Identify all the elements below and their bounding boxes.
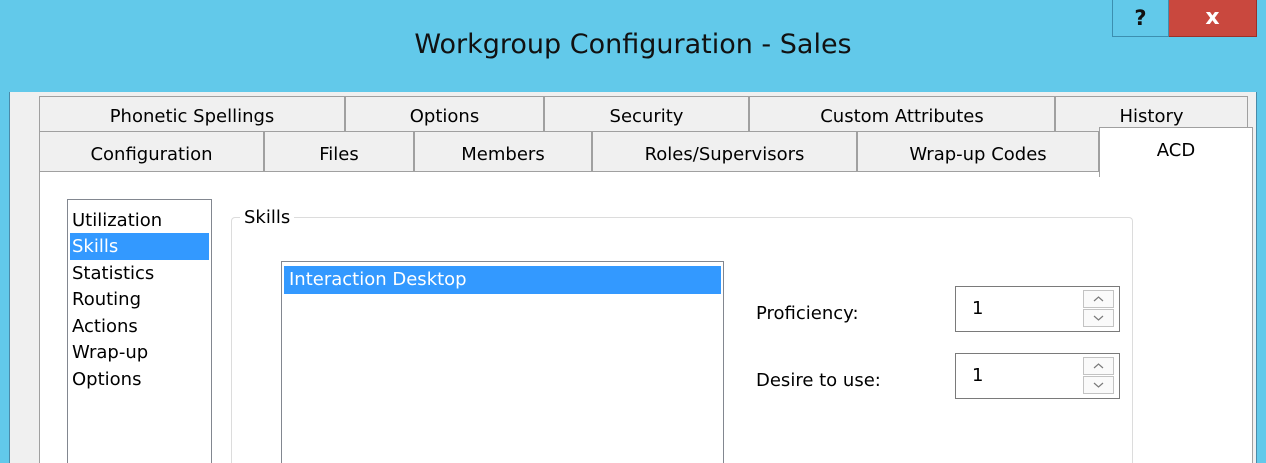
desire-up-button[interactable] — [1083, 357, 1114, 375]
desire-down-button[interactable] — [1083, 376, 1114, 394]
chevron-down-icon — [1093, 315, 1104, 321]
chevron-down-icon — [1093, 382, 1104, 388]
category-item-skills[interactable]: Skills — [70, 233, 209, 260]
tab-security[interactable]: Security — [544, 96, 749, 132]
window-title: Workgroup Configuration - Sales — [414, 29, 852, 60]
desire-to-use-label: Desire to use: — [756, 370, 881, 391]
tab-acd[interactable]: ACD — [1099, 127, 1253, 177]
proficiency-value[interactable]: 1 — [972, 297, 983, 321]
desire-to-use-spinner[interactable]: 1 — [955, 353, 1120, 399]
close-button[interactable]: x — [1169, 0, 1257, 37]
proficiency-down-button[interactable] — [1083, 309, 1114, 327]
proficiency-label: Proficiency: — [756, 303, 859, 324]
tab-members[interactable]: Members — [414, 131, 592, 171]
category-item-options[interactable]: Options — [70, 366, 209, 393]
tab-wrap-up-codes[interactable]: Wrap-up Codes — [857, 131, 1099, 171]
category-item-routing[interactable]: Routing — [70, 286, 209, 313]
tab-phonetic-spellings[interactable]: Phonetic Spellings — [39, 96, 345, 132]
help-button[interactable]: ? — [1112, 0, 1169, 37]
tab-roles-supervisors[interactable]: Roles/Supervisors — [592, 131, 857, 171]
category-item-utilization[interactable]: Utilization — [70, 207, 209, 234]
window-frame-right — [1256, 0, 1266, 463]
chevron-up-icon — [1093, 296, 1104, 302]
skills-group-label: Skills — [240, 206, 295, 230]
tab-files[interactable]: Files — [264, 131, 414, 171]
proficiency-spinner[interactable]: 1 — [955, 286, 1120, 332]
category-item-actions[interactable]: Actions — [70, 313, 209, 340]
tab-configuration[interactable]: Configuration — [39, 131, 264, 171]
skill-item-interaction-desktop[interactable]: Interaction Desktop — [284, 266, 721, 294]
chevron-up-icon — [1093, 363, 1104, 369]
skills-list[interactable]: Interaction Desktop — [281, 261, 724, 463]
tab-custom-attributes[interactable]: Custom Attributes — [749, 96, 1055, 132]
desire-to-use-value[interactable]: 1 — [972, 364, 983, 388]
category-item-wrap-up[interactable]: Wrap-up — [70, 339, 209, 366]
frame-edge-left — [9, 92, 10, 463]
proficiency-up-button[interactable] — [1083, 290, 1114, 308]
frame-edge-right — [1256, 92, 1257, 463]
category-item-statistics[interactable]: Statistics — [70, 260, 209, 287]
category-list[interactable]: Utilization Skills Statistics Routing Ac… — [67, 199, 212, 463]
tab-options[interactable]: Options — [345, 96, 544, 132]
